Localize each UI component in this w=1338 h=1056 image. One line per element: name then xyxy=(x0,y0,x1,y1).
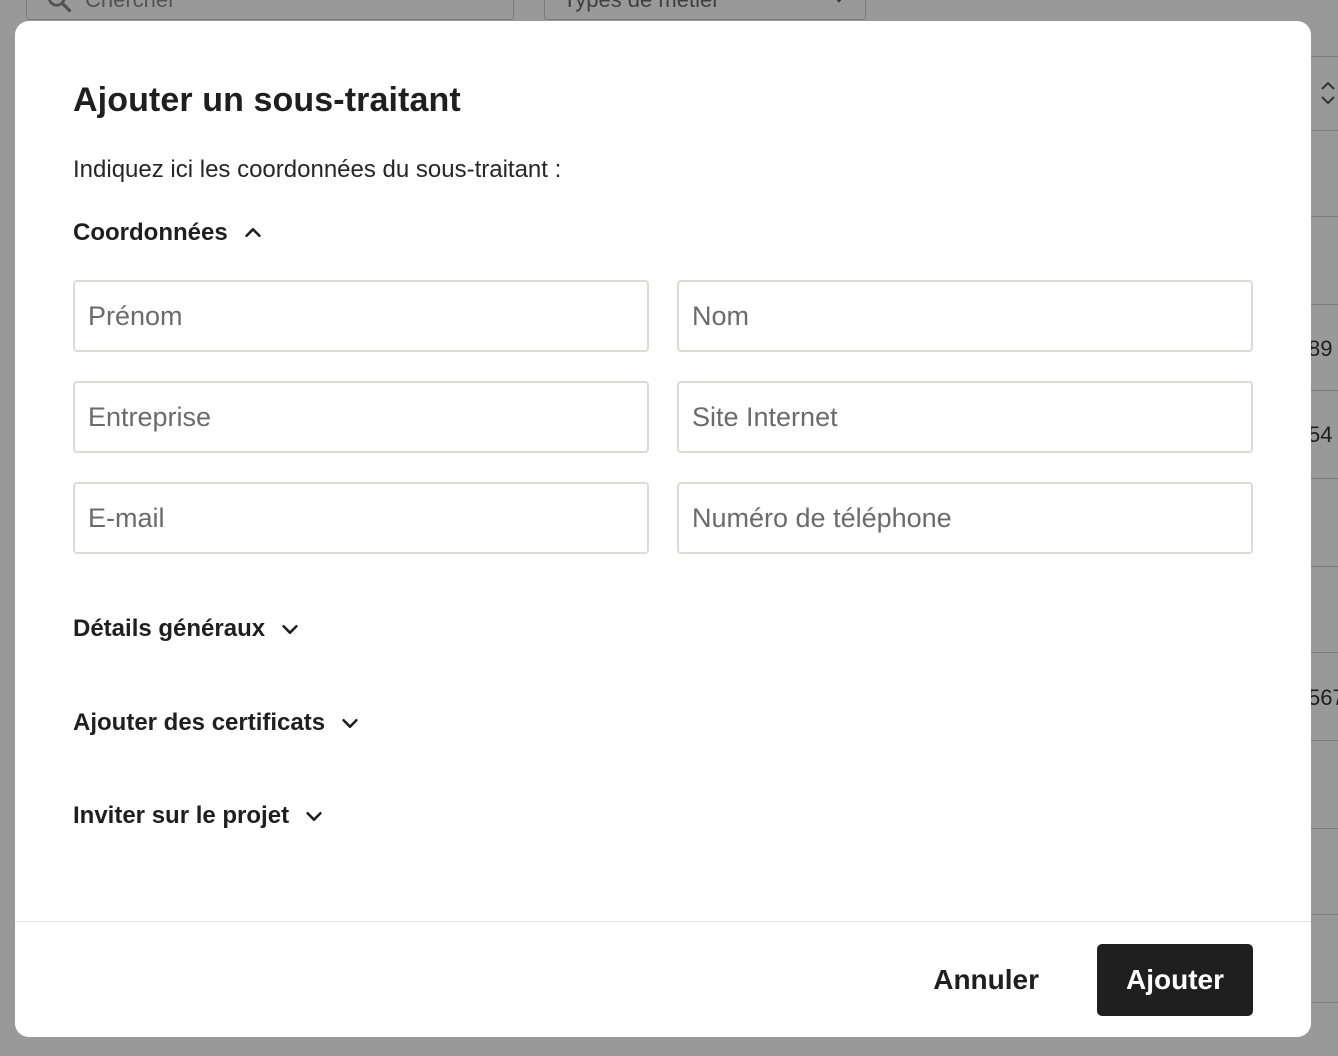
cancel-button[interactable]: Annuler xyxy=(931,944,1041,1016)
dialog-title: Ajouter un sous-traitant xyxy=(73,81,461,119)
dialog-description: Indiquez ici les coordonnées du sous-tra… xyxy=(73,156,562,183)
chevron-down-icon xyxy=(282,624,298,634)
add-subcontractor-dialog: Ajouter un sous-traitant Indiquez ici le… xyxy=(15,21,1311,1037)
invite-project-label: Inviter sur le projet xyxy=(73,802,290,829)
chevron-down-icon xyxy=(342,718,358,728)
company-field[interactable] xyxy=(73,381,649,453)
certificates-toggle[interactable]: Ajouter des certificats xyxy=(73,709,361,737)
last-name-field[interactable] xyxy=(677,280,1253,352)
add-button[interactable]: Ajouter xyxy=(1097,944,1253,1016)
dialog-footer: Annuler Ajouter xyxy=(15,921,1311,1037)
email-input[interactable] xyxy=(75,484,647,552)
first-name-input[interactable] xyxy=(75,282,647,350)
phone-field[interactable] xyxy=(677,482,1253,554)
website-field[interactable] xyxy=(677,381,1253,453)
website-input[interactable] xyxy=(679,383,1251,451)
chevron-down-icon xyxy=(306,811,322,821)
phone-input[interactable] xyxy=(679,484,1251,552)
email-field[interactable] xyxy=(73,482,649,554)
certificates-label: Ajouter des certificats xyxy=(73,709,326,736)
general-details-label: Détails généraux xyxy=(73,615,266,642)
company-input[interactable] xyxy=(75,383,647,451)
chevron-up-icon xyxy=(244,228,261,238)
first-name-field[interactable] xyxy=(73,280,649,352)
last-name-input[interactable] xyxy=(679,282,1251,350)
invite-project-toggle[interactable]: Inviter sur le projet xyxy=(73,802,325,830)
general-details-toggle[interactable]: Détails généraux xyxy=(73,615,301,643)
contact-section-label: Coordonnées xyxy=(73,219,228,246)
contact-section-toggle[interactable]: Coordonnées xyxy=(73,219,264,247)
